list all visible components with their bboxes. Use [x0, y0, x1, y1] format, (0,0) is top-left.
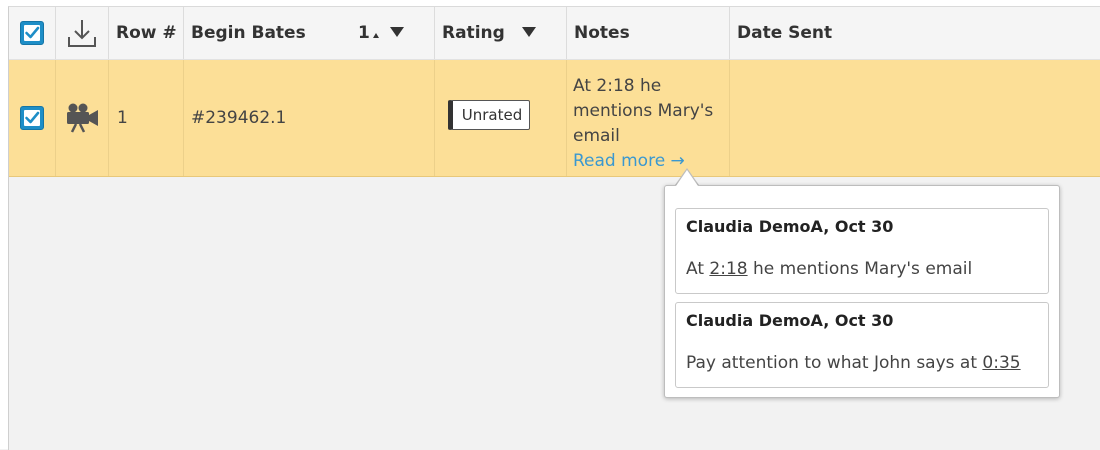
row-select-checkbox[interactable]: [20, 106, 44, 130]
checkmark-icon: [24, 25, 40, 41]
grid-header: Row # Begin Bates 1 Rating Notes Date Se…: [9, 7, 1100, 60]
begin-bates-value[interactable]: #239462.1: [191, 108, 286, 128]
note-text: At: [686, 259, 710, 279]
video-camera-icon: [64, 102, 100, 134]
row-number: 1: [117, 108, 128, 128]
notes-preview: At 2:18 he mentions Mary's email Read mo…: [573, 74, 723, 174]
sort-order-indicator: 1: [358, 23, 370, 43]
notes-preview-line: mentions Mary's: [573, 101, 714, 121]
column-header-begin-bates[interactable]: Begin Bates: [191, 7, 306, 59]
column-divider: [566, 60, 567, 176]
note-timestamp-link[interactable]: 2:18: [709, 259, 747, 279]
column-divider: [55, 60, 56, 176]
column-header-notes[interactable]: Notes: [574, 7, 630, 59]
begin-bates-menu-icon[interactable]: [390, 27, 404, 37]
popover-arrow-fill: [676, 170, 698, 186]
sort-ascending-icon: [373, 33, 379, 38]
column-header-date-sent[interactable]: Date Sent: [737, 7, 832, 59]
note-card: Claudia DemoA, Oct 30 Pay attention to w…: [675, 302, 1049, 388]
column-divider: [729, 60, 730, 176]
note-body: Pay attention to what John says at 0:35: [686, 353, 1021, 373]
column-header-row-number[interactable]: Row #: [116, 7, 177, 59]
note-author: Claudia DemoA, Oct 30: [686, 217, 894, 236]
note-timestamp-link[interactable]: 0:35: [982, 353, 1020, 373]
note-body: At 2:18 he mentions Mary's email: [686, 259, 972, 279]
read-more-link[interactable]: Read more →: [573, 149, 723, 174]
notes-preview-line: At 2:18 he: [573, 76, 662, 96]
column-divider: [566, 7, 567, 59]
column-divider: [183, 7, 184, 59]
note-text: Pay attention to what John says at: [686, 353, 983, 373]
column-divider: [729, 7, 730, 59]
select-all-checkbox[interactable]: [20, 21, 44, 45]
note-author: Claudia DemoA, Oct 30: [686, 311, 894, 330]
column-divider: [108, 7, 109, 59]
column-divider: [55, 7, 56, 59]
column-divider: [183, 60, 184, 176]
table-row[interactable]: 1 #239462.1 Unrated At 2:18 he mentions …: [9, 60, 1100, 177]
column-divider: [434, 60, 435, 176]
notes-popover: Claudia DemoA, Oct 30 At 2:18 he mention…: [664, 185, 1060, 398]
rating-menu-icon[interactable]: [522, 27, 536, 37]
note-text: he mentions Mary's email: [747, 259, 973, 279]
column-divider: [434, 7, 435, 59]
note-card: Claudia DemoA, Oct 30 At 2:18 he mention…: [675, 208, 1049, 294]
column-divider: [108, 60, 109, 176]
rating-badge[interactable]: Unrated: [448, 100, 530, 130]
download-icon[interactable]: [66, 17, 98, 49]
page-left-margin: [0, 0, 8, 449]
column-header-rating[interactable]: Rating: [442, 7, 505, 59]
checkmark-icon: [24, 110, 40, 126]
notes-preview-line: email: [573, 126, 620, 146]
